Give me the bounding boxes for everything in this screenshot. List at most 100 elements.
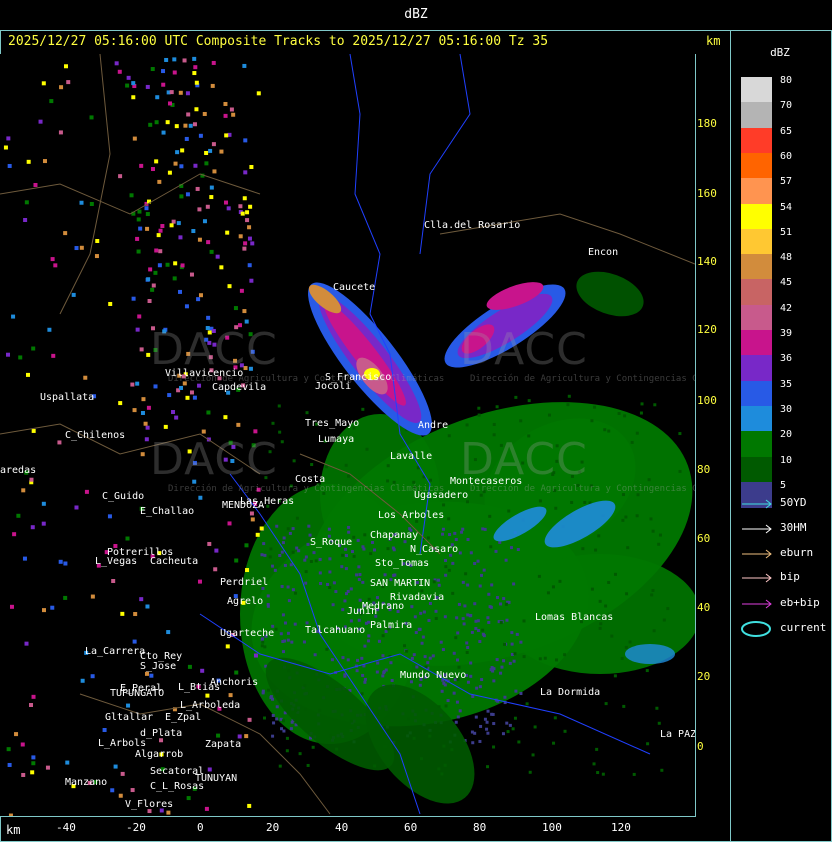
y-tick-label: 40: [697, 601, 711, 614]
place-label: Junin: [347, 606, 378, 617]
color-level-label: 60: [780, 150, 793, 162]
track-legend-item: bip: [741, 570, 831, 586]
place-label: L_Btias: [178, 682, 221, 693]
place-label: Perdriel: [220, 577, 269, 588]
track-legend-label: bip: [780, 570, 800, 583]
x-axis-unit: km: [6, 823, 21, 837]
place-label: Tres_Mayo: [305, 418, 360, 429]
place-label: E_Zpal: [165, 712, 202, 723]
color-level-label: 10: [780, 454, 793, 466]
color-level-label: 54: [780, 201, 793, 213]
place-label: TUPUNGATO: [110, 688, 165, 699]
place-label: N_Casaro: [410, 544, 459, 555]
color-level-label: 70: [780, 100, 793, 112]
color-swatch: [741, 304, 772, 331]
track-legend-item: eb+bip: [741, 596, 831, 612]
y-axis-unit: km: [706, 34, 721, 48]
color-level-label: 35: [780, 378, 793, 390]
x-tick-label: 40: [335, 821, 349, 834]
place-label: Caucete: [333, 282, 376, 293]
place-label: C_Chilenos: [65, 430, 126, 441]
place-label: L_Vegas: [95, 556, 138, 567]
place-label: Mundo Nuevo: [400, 670, 467, 681]
color-level-label: 80: [780, 75, 793, 86]
track-legend-label: eburn: [780, 546, 814, 559]
place-label: L_Arboleda: [180, 700, 241, 711]
color-swatch: [741, 380, 772, 407]
color-swatch: [741, 355, 772, 382]
window-title: dBZ: [404, 7, 428, 22]
track-legend-label: 50YD: [780, 496, 807, 509]
place-label: C_L_Rosas: [150, 781, 205, 792]
y-tick-label: 160: [697, 187, 717, 200]
place-label: Algarrob: [135, 749, 184, 760]
x-tick-label: 20: [266, 821, 280, 834]
track-legend-label: eb+bip: [780, 596, 820, 609]
track-legend-item: current: [741, 621, 831, 637]
product-header: 2025/12/27 05:16:00 UTC Composite Tracks…: [8, 34, 549, 49]
x-tick-label: 120: [611, 821, 631, 834]
y-tick-label: 20: [697, 670, 711, 683]
place-label: Chapanay: [370, 530, 419, 541]
color-level-label: 65: [780, 125, 793, 137]
place-label: Cacheuta: [150, 556, 199, 567]
place-label: Andre: [418, 420, 449, 431]
place-label: V_Flores: [125, 799, 174, 810]
place-label: Sto_Tomas: [375, 558, 430, 569]
place-label: Agrelo: [227, 596, 264, 607]
place-label: Clla.del Rosario: [424, 220, 521, 231]
y-tick-label: 120: [697, 323, 717, 336]
x-tick-label: 60: [404, 821, 418, 834]
place-label: d_Plata: [140, 728, 183, 739]
arrow-icon: [742, 573, 772, 583]
y-tick-label: 180: [697, 117, 717, 130]
color-swatch: [741, 405, 772, 433]
y-tick-label: 140: [697, 255, 717, 268]
watermark-subtitle: Dirección de Agricultura y Contingencias…: [168, 484, 445, 494]
place-label: Talcahuano: [305, 625, 366, 636]
place-label: S_Roque: [310, 537, 353, 548]
place-label: Ugarteche: [220, 628, 275, 639]
place-label: Capdevila: [212, 382, 267, 393]
color-level-label: 45: [780, 277, 793, 289]
x-tick-label: 80: [473, 821, 487, 834]
color-swatch: [741, 127, 772, 154]
place-label: La PAZ: [660, 729, 695, 740]
color-level-label: 39: [780, 328, 793, 339]
legend-title: dBZ: [770, 46, 790, 59]
place-label: Lomas Blancas: [535, 612, 614, 623]
place-label: SAN MARTIN: [370, 578, 431, 589]
color-swatch: [741, 152, 772, 180]
color-swatch: [741, 431, 772, 458]
watermark-subtitle: Dirección de Agricultura y Contingencias…: [470, 374, 695, 384]
y-tick-label: 60: [697, 532, 711, 545]
color-swatch: [741, 77, 772, 104]
place-label: Uspallata: [40, 392, 95, 403]
radar-map[interactable]: DACC DACC DACC DACC Dirección de Agricul…: [0, 54, 695, 816]
place-label: C_Guido: [102, 491, 145, 502]
color-level-label: 51: [780, 226, 793, 238]
watermark-logo: DACC: [460, 324, 588, 375]
watermark-logo: DACC: [150, 434, 278, 485]
color-level-label: 57: [780, 176, 793, 188]
place-label: Gltallar: [105, 712, 154, 723]
color-swatch: [741, 456, 772, 483]
y-tick-label: 0: [697, 740, 704, 753]
color-swatch: [741, 279, 772, 306]
place-label: Las_Heras: [240, 496, 295, 507]
track-legend-label: current: [780, 621, 827, 634]
place-label: S_Jose: [140, 661, 177, 672]
track-legend-item: 50YD: [741, 496, 831, 512]
x-tick-label: 0: [197, 821, 204, 834]
track-legend-item: eburn: [741, 546, 831, 562]
place-label: Lavalle: [390, 451, 433, 462]
color-level-label: 5: [780, 479, 787, 491]
color-level-label: 30: [780, 403, 793, 415]
color-swatch: [741, 178, 772, 205]
place-label: E_Challao: [140, 506, 195, 517]
arrow-icon: [742, 599, 772, 609]
place-label: L_Arbols: [98, 738, 147, 749]
place-label: Los Arboles: [378, 510, 445, 521]
track-legend-label: 30HM: [780, 521, 807, 534]
color-swatch: [741, 330, 772, 357]
